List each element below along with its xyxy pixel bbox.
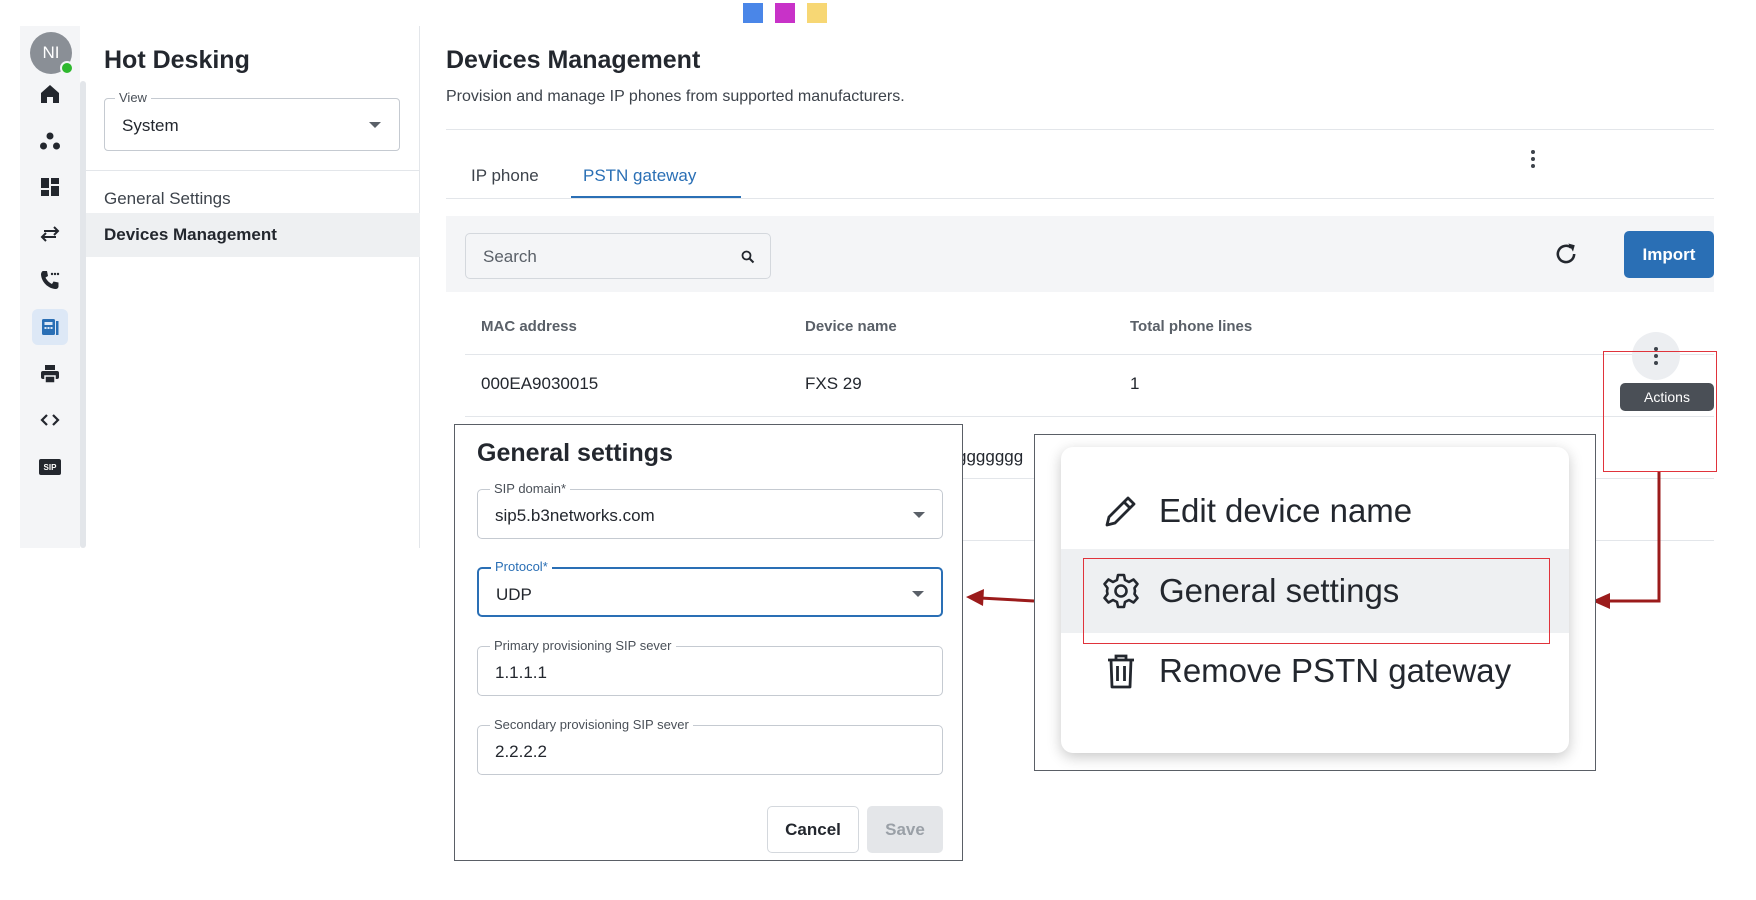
tab-pstn-gateway[interactable]: PSTN gateway xyxy=(583,166,696,186)
deco-square-magenta xyxy=(775,3,795,23)
cell-total-lines: 1 xyxy=(1130,374,1140,393)
field-value: 2.2.2.2 xyxy=(495,742,547,761)
trash-icon xyxy=(1108,654,1134,689)
view-select-label: View xyxy=(115,90,151,105)
column-header-mac: MAC address xyxy=(481,318,577,335)
devices-icon xyxy=(42,319,59,335)
tab-ip-phone[interactable]: IP phone xyxy=(471,166,539,186)
phone-icon xyxy=(41,271,60,289)
row-divider xyxy=(465,354,1714,355)
column-header-total-lines: Total phone lines xyxy=(1130,318,1253,335)
sidebar: Hot Desking View System General Settings… xyxy=(86,26,420,548)
transfer-icon xyxy=(40,226,60,242)
field-value: UDP xyxy=(496,585,532,604)
actions-highlight-box xyxy=(1603,351,1717,472)
online-status-dot xyxy=(60,61,74,75)
cancel-button[interactable]: Cancel xyxy=(767,806,859,853)
deco-square-blue xyxy=(743,3,763,23)
more-options-button[interactable] xyxy=(1518,144,1548,174)
menu-item-label: Remove PSTN gateway xyxy=(1159,652,1512,689)
rail-code[interactable] xyxy=(32,402,68,438)
secondary-sip-server-field[interactable]: Secondary provisioning SIP sever 2.2.2.2 xyxy=(477,717,943,775)
tabs-divider xyxy=(446,198,1714,199)
partial-device-name: ggggggg xyxy=(957,447,1024,466)
import-button[interactable]: Import xyxy=(1624,231,1714,278)
cell-device-name: FXS 29 xyxy=(805,374,862,393)
field-value: sip5.b3networks.com xyxy=(495,506,655,525)
home-icon xyxy=(41,85,59,103)
primary-sip-server-field[interactable]: Primary provisioning SIP sever 1.1.1.1 xyxy=(477,638,943,696)
menu-item-label: Edit device name xyxy=(1159,492,1413,529)
field-value: 1.1.1.1 xyxy=(495,663,547,682)
caret-down-icon xyxy=(369,122,381,128)
protocol-select[interactable]: Protocol* UDP xyxy=(477,559,943,617)
search-input[interactable]: Search xyxy=(465,233,771,279)
column-header-device-name: Device name xyxy=(805,318,897,335)
field-label: Secondary provisioning SIP sever xyxy=(490,717,693,732)
page-title: Devices Management xyxy=(446,46,701,74)
menu-item-edit-device-name[interactable]: Edit device name xyxy=(1061,469,1569,553)
header-divider xyxy=(446,129,1714,130)
avatar-initials: NI xyxy=(42,43,60,62)
rail-transfer[interactable] xyxy=(32,216,68,252)
sip-icon: SIP xyxy=(39,459,61,475)
deco-square-yellow xyxy=(807,3,827,23)
field-label: Protocol* xyxy=(491,559,552,574)
rail-home[interactable] xyxy=(32,76,68,112)
table-toolbar: Search Import xyxy=(446,216,1714,292)
field-label: Primary provisioning SIP sever xyxy=(490,638,676,653)
search-placeholder: Search xyxy=(483,247,537,266)
sip-icon-label: SIP xyxy=(43,462,57,472)
general-settings-dialog: General settings SIP domain* sip5.b3netw… xyxy=(454,424,963,861)
view-select-value: System xyxy=(122,116,179,135)
cell-mac: 000EA9030015 xyxy=(481,374,599,393)
rail-contacts[interactable] xyxy=(32,123,68,159)
rail-sip[interactable]: SIP xyxy=(32,449,68,485)
rail-dashboard[interactable] xyxy=(32,169,68,205)
rail-phone[interactable] xyxy=(32,262,68,298)
contacts-icon xyxy=(40,132,60,150)
dialog-title: General settings xyxy=(477,439,673,467)
sidebar-item-devices-management[interactable]: Devices Management xyxy=(86,213,420,257)
printer-icon xyxy=(41,365,59,384)
general-settings-highlight-box xyxy=(1083,558,1550,644)
save-button[interactable]: Save xyxy=(867,806,943,853)
refresh-icon[interactable] xyxy=(1552,240,1580,268)
sip-domain-select[interactable]: SIP domain* sip5.b3networks.com xyxy=(477,481,943,539)
caret-down-icon xyxy=(912,591,924,597)
page-description: Provision and manage IP phones from supp… xyxy=(446,88,905,105)
view-select[interactable]: View System xyxy=(104,90,400,151)
caret-down-icon xyxy=(913,512,925,518)
search-icon xyxy=(741,250,755,264)
sidebar-title: Hot Desking xyxy=(104,46,250,74)
sidebar-item-label: Devices Management xyxy=(104,225,277,244)
row-divider xyxy=(465,416,1714,417)
pencil-icon xyxy=(1105,496,1136,527)
icon-rail: NI SIP xyxy=(20,26,80,548)
code-icon xyxy=(40,414,60,426)
sidebar-item-label: General Settings xyxy=(104,189,231,208)
rail-printer[interactable] xyxy=(32,356,68,392)
rail-devices[interactable] xyxy=(32,309,68,345)
dashboard-icon xyxy=(41,178,59,196)
sidebar-divider xyxy=(86,170,420,171)
field-label: SIP domain* xyxy=(490,481,571,496)
